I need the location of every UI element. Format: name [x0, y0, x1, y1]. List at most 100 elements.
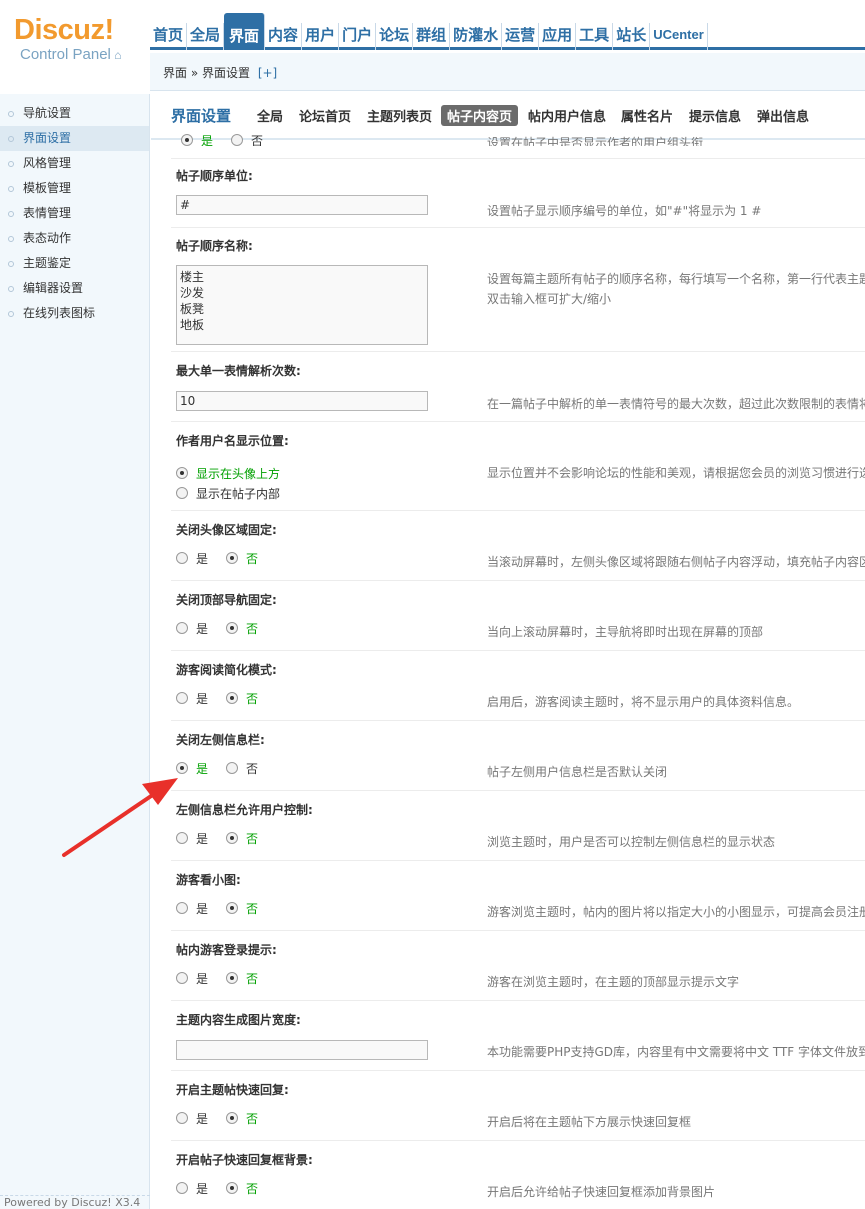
guest-thumb-label: 游客看小图: [176, 873, 241, 887]
divider [171, 930, 865, 931]
radio-no[interactable] [226, 692, 239, 704]
order-names-hint: 双击输入框可扩大/缩小 [487, 292, 612, 306]
divider [171, 158, 865, 159]
max-smilies-label: 最大单一表情解析次数: [176, 364, 301, 378]
nav-forum[interactable]: 论坛 [376, 23, 414, 50]
radio-no[interactable] [226, 832, 239, 844]
page-title: 界面设置 [171, 107, 232, 125]
max-smilies-input[interactable]: 10 [176, 391, 428, 411]
fast-reply-desc: 开启后将在主题帖下方展示快速回复框 [487, 1115, 692, 1129]
tab-popups[interactable]: 弹出信息 [751, 105, 815, 126]
close-left-info-radio-group: 是否 [176, 759, 276, 777]
sidebar-item-clicks[interactable]: 表态动作 [0, 226, 149, 251]
partial-desc: 设置在帖子中是否显示作者的用户组头衔 [487, 136, 704, 146]
tab-user-info[interactable]: 帖内用户信息 [522, 105, 612, 126]
avatar-fixed-radio-group: 是否 [176, 549, 276, 567]
sidebar-item-interface[interactable]: 界面设置 [0, 126, 149, 151]
author-pos-desc: 显示位置并不会影响论坛的性能和美观，请根据您会员的浏览习惯进行选 [487, 466, 865, 480]
nav-ucenter[interactable]: UCenter [650, 23, 708, 50]
radio-yes[interactable] [181, 134, 193, 146]
nav-tools[interactable]: 工具 [576, 23, 614, 50]
nav-groups[interactable]: 群组 [413, 23, 451, 50]
guest-login-tip-desc: 游客在浏览主题时，在主题的顶部显示提示文字 [487, 975, 740, 989]
tab-profile-card[interactable]: 属性名片 [615, 105, 679, 126]
tab-thread-list[interactable]: 主题列表页 [361, 105, 438, 126]
radio-yes[interactable] [176, 902, 188, 914]
tab-forum-index[interactable]: 论坛首页 [293, 105, 357, 126]
author-pos-radio-group: 显示在头像上方 显示在帖子内部 [176, 464, 298, 502]
radio-yes[interactable] [176, 1182, 188, 1194]
nav-apps[interactable]: 应用 [539, 23, 577, 50]
image-width-input[interactable] [176, 1040, 428, 1060]
bullet-icon [8, 235, 14, 242]
tab-prompts[interactable]: 提示信息 [683, 105, 747, 126]
sidebar-item-stamps[interactable]: 主题鉴定 [0, 251, 149, 276]
nav-operations[interactable]: 运营 [502, 23, 540, 50]
sidebar: 导航设置 界面设置 风格管理 模板管理 表情管理 表态动作 主题鉴定 编辑器设置… [0, 94, 150, 1209]
radio-yes[interactable] [176, 1112, 188, 1124]
radio-yes[interactable] [176, 972, 188, 984]
sidebar-item-onlinelist[interactable]: 在线列表图标 [0, 301, 149, 326]
nav-antispam[interactable]: 防灌水 [450, 23, 503, 50]
divider [171, 720, 865, 721]
bullet-icon [8, 210, 14, 217]
radio-no[interactable] [226, 552, 239, 564]
radio-no[interactable] [226, 972, 239, 984]
tab-global[interactable]: 全局 [251, 105, 289, 126]
divider [171, 351, 865, 352]
nav-admin[interactable]: 站长 [613, 23, 651, 50]
guest-thumb-radio-group: 是否 [176, 899, 276, 917]
nav-fixed-radio-group: 是否 [176, 619, 276, 637]
left-info-user-label: 左侧信息栏允许用户控制: [176, 803, 313, 817]
sidebar-item-editor[interactable]: 编辑器设置 [0, 276, 149, 301]
order-unit-input[interactable]: # [176, 195, 428, 215]
divider [171, 1070, 865, 1071]
radio-yes[interactable] [176, 552, 188, 564]
tab-thread-content[interactable]: 帖子内容页 [441, 105, 519, 126]
partial-radio-group: 是 否 [181, 134, 281, 146]
avatar-fixed-desc: 当滚动屏幕时，左侧头像区域将跟随右侧帖子内容浮动，填充帖子内容区 [487, 555, 865, 569]
nav-global[interactable]: 全局 [187, 23, 225, 50]
image-width-desc: 本功能需要PHP支持GD库，内容里有中文需要将中文 TTF 字体文件放到 [487, 1045, 865, 1059]
nav-home[interactable]: 首页 [150, 23, 188, 50]
guest-login-tip-label: 帖内游客登录提示: [176, 943, 277, 957]
avatar-fixed-label: 关闭头像区域固定: [176, 523, 277, 537]
radio-inside-post[interactable] [176, 487, 188, 499]
radio-no[interactable] [226, 902, 239, 914]
fast-reply-bg-label: 开启帖子快速回复框背景: [176, 1153, 313, 1167]
radio-yes[interactable] [176, 622, 188, 634]
radio-yes[interactable] [176, 762, 188, 774]
radio-above-avatar[interactable] [176, 467, 188, 479]
nav-content[interactable]: 内容 [265, 23, 303, 50]
nav-users[interactable]: 用户 [302, 23, 340, 50]
guest-login-tip-radio-group: 是否 [176, 969, 276, 987]
nav-interface[interactable]: 界面 [224, 13, 266, 50]
bullet-icon [8, 185, 14, 192]
guest-simple-desc: 启用后，游客阅读主题时，将不显示用户的具体资料信息。 [487, 695, 800, 709]
fast-reply-bg-desc: 开启后允许给帖子快速回复框添加背景图片 [487, 1185, 716, 1199]
nav-portal[interactable]: 门户 [339, 23, 377, 50]
logo-text: Discuz! [14, 14, 114, 46]
fast-reply-label: 开启主题帖快速回复: [176, 1083, 289, 1097]
order-names-textarea[interactable]: 楼主 沙发 板凳 地板 [176, 265, 428, 345]
radio-no[interactable] [226, 1182, 239, 1194]
sidebar-item-smilies[interactable]: 表情管理 [0, 201, 149, 226]
radio-yes[interactable] [176, 832, 188, 844]
divider [171, 227, 865, 228]
divider [171, 510, 865, 511]
radio-no[interactable] [226, 762, 239, 774]
breadcrumb-text: 界面 » 界面设置 [163, 66, 250, 80]
sidebar-item-styles[interactable]: 风格管理 [0, 151, 149, 176]
logo-subtitle: Control Panel [20, 46, 111, 63]
logo[interactable]: Discuz! Control Panel ⌂ [14, 14, 144, 64]
radio-no[interactable] [231, 134, 244, 146]
divider [171, 650, 865, 651]
sidebar-item-templates[interactable]: 模板管理 [0, 176, 149, 201]
radio-yes[interactable] [176, 692, 188, 704]
close-left-info-label: 关闭左侧信息栏: [176, 733, 265, 747]
bullet-icon [8, 135, 14, 142]
sidebar-item-nav[interactable]: 导航设置 [0, 101, 149, 126]
add-shortcut-button[interactable]: [+] [258, 66, 277, 80]
radio-no[interactable] [226, 622, 239, 634]
radio-no[interactable] [226, 1112, 239, 1124]
